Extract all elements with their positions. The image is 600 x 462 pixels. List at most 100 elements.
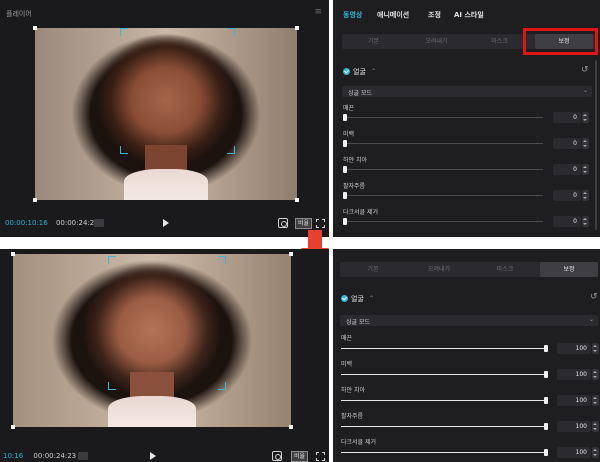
subtab-cutout[interactable]: 오려내기 bbox=[406, 262, 472, 277]
face-tracking-corner bbox=[120, 146, 128, 154]
slider-track[interactable] bbox=[343, 195, 543, 196]
slider-track[interactable] bbox=[343, 169, 543, 170]
slider-thumb[interactable] bbox=[544, 397, 548, 404]
face-tracking-corner bbox=[227, 28, 235, 36]
value-stepper[interactable] bbox=[582, 164, 589, 175]
slider-track[interactable] bbox=[341, 348, 546, 349]
reset-icon[interactable]: ↺ bbox=[581, 66, 589, 75]
value-stepper[interactable] bbox=[592, 421, 599, 432]
ratio-button[interactable]: 비율 bbox=[295, 218, 313, 229]
resize-handle[interactable] bbox=[33, 26, 37, 30]
subtab-mask[interactable]: 마스크 bbox=[468, 34, 531, 49]
value-stepper[interactable] bbox=[592, 447, 599, 458]
tab-ai-style[interactable]: AI 스타일 bbox=[454, 10, 484, 20]
check-icon[interactable] bbox=[343, 68, 350, 75]
resize-handle[interactable] bbox=[289, 425, 293, 429]
resize-handle[interactable] bbox=[289, 252, 293, 256]
fullscreen-icon[interactable] bbox=[316, 452, 325, 461]
slider-thumb[interactable] bbox=[343, 140, 347, 147]
slider-track[interactable] bbox=[341, 426, 546, 427]
slider-value-input[interactable]: 100 bbox=[557, 395, 591, 406]
timecode-format-icon[interactable] bbox=[78, 452, 88, 460]
top-player-panel: 플레이어 ≡ 00:00:10:16 00:00:24:23 비율 bbox=[0, 0, 329, 237]
value-stepper[interactable] bbox=[592, 369, 599, 380]
slider-track[interactable] bbox=[343, 143, 543, 144]
resize-handle[interactable] bbox=[11, 252, 15, 256]
value-stepper[interactable] bbox=[582, 216, 589, 227]
subtab-retouch[interactable]: 보정 bbox=[540, 262, 598, 277]
panel-scrollbar[interactable] bbox=[595, 60, 597, 230]
value-stepper[interactable] bbox=[582, 190, 589, 201]
value-stepper[interactable] bbox=[582, 138, 589, 149]
tab-video[interactable]: 동영상 bbox=[343, 10, 362, 20]
slider-value-input[interactable]: 100 bbox=[557, 447, 591, 458]
face-tracking-corner bbox=[218, 256, 226, 264]
slider-thumb[interactable] bbox=[343, 166, 347, 173]
resize-handle[interactable] bbox=[295, 26, 299, 30]
slider-track[interactable] bbox=[341, 374, 546, 375]
slider-thumb[interactable] bbox=[544, 423, 548, 430]
slider-label: 매끈 bbox=[341, 335, 353, 342]
screenshot-icon[interactable] bbox=[272, 451, 282, 461]
face-mode-select[interactable]: 싱글 모드 ⌄ bbox=[340, 315, 598, 326]
slider-value-input[interactable]: 0 bbox=[553, 190, 581, 201]
play-icon[interactable] bbox=[163, 219, 169, 227]
fullscreen-icon[interactable] bbox=[316, 219, 325, 228]
slider-label: 미백 bbox=[341, 361, 353, 368]
subtab-cutout[interactable]: 오려내기 bbox=[405, 34, 468, 49]
face-mode-select[interactable]: 싱글 모드 ⌄ bbox=[342, 86, 592, 97]
time-display: 10:16 00:00:24:23 bbox=[3, 452, 76, 460]
menu-icon[interactable]: ≡ bbox=[314, 8, 322, 17]
face-tracking-corner bbox=[218, 382, 226, 390]
slider-value-input[interactable]: 0 bbox=[553, 138, 581, 149]
check-icon[interactable] bbox=[341, 295, 348, 302]
slider-thumb[interactable] bbox=[343, 192, 347, 199]
slider-value-input[interactable]: 100 bbox=[557, 421, 591, 432]
slider-track[interactable] bbox=[343, 117, 543, 118]
resize-handle[interactable] bbox=[33, 198, 37, 202]
slider-thumb[interactable] bbox=[544, 345, 548, 352]
play-icon[interactable] bbox=[150, 452, 156, 460]
video-preview[interactable] bbox=[13, 254, 291, 427]
slider-value-input[interactable]: 100 bbox=[557, 343, 591, 354]
resize-handle[interactable] bbox=[295, 198, 299, 202]
face-tracking-corner bbox=[108, 382, 116, 390]
chevron-down-icon[interactable]: ⌃ bbox=[371, 68, 376, 75]
value-stepper[interactable] bbox=[592, 395, 599, 406]
slider-thumb[interactable] bbox=[544, 371, 548, 378]
subtab-basic[interactable]: 기본 bbox=[342, 34, 405, 49]
slider-track[interactable] bbox=[341, 452, 546, 453]
slider-fill bbox=[341, 452, 546, 453]
slider-track[interactable] bbox=[341, 400, 546, 401]
slider-value-input[interactable]: 100 bbox=[557, 369, 591, 380]
slider-thumb[interactable] bbox=[544, 449, 548, 456]
video-subject-shirt bbox=[124, 169, 208, 200]
video-preview[interactable] bbox=[35, 28, 297, 200]
screenshot-icon[interactable] bbox=[278, 218, 288, 228]
slider-value-input[interactable]: 0 bbox=[553, 164, 581, 175]
slider-label: 하얀 치아 bbox=[341, 387, 365, 394]
slider-thumb[interactable] bbox=[343, 114, 347, 121]
time-display: 00:00:10:16 00:00:24:23 bbox=[5, 219, 99, 227]
subtab-basic[interactable]: 기본 bbox=[340, 262, 406, 277]
face-tracking-corner bbox=[227, 146, 235, 154]
chevron-down-icon[interactable]: ⌃ bbox=[369, 295, 374, 302]
value-stepper[interactable] bbox=[592, 343, 599, 354]
ratio-button[interactable]: 비율 bbox=[291, 451, 309, 462]
chevron-down-icon: ⌄ bbox=[588, 316, 594, 323]
subtab-mask[interactable]: 마스크 bbox=[472, 262, 538, 277]
slider-label: 하얀 치아 bbox=[343, 157, 367, 164]
face-tracking-corner bbox=[120, 28, 128, 36]
slider-thumb[interactable] bbox=[343, 218, 347, 225]
tab-adjust[interactable]: 조정 bbox=[428, 10, 441, 20]
slider-value-input[interactable]: 0 bbox=[553, 112, 581, 123]
slider-value-input[interactable]: 0 bbox=[553, 216, 581, 227]
chevron-down-icon: ⌄ bbox=[582, 87, 588, 94]
reset-icon[interactable]: ↺ bbox=[590, 293, 598, 302]
down-arrow-icon bbox=[308, 230, 322, 250]
tab-animation[interactable]: 애니메이션 bbox=[377, 10, 409, 20]
timecode-format-icon[interactable] bbox=[94, 219, 104, 227]
slider-track[interactable] bbox=[343, 221, 543, 222]
value-stepper[interactable] bbox=[582, 112, 589, 123]
resize-handle[interactable] bbox=[11, 425, 15, 429]
